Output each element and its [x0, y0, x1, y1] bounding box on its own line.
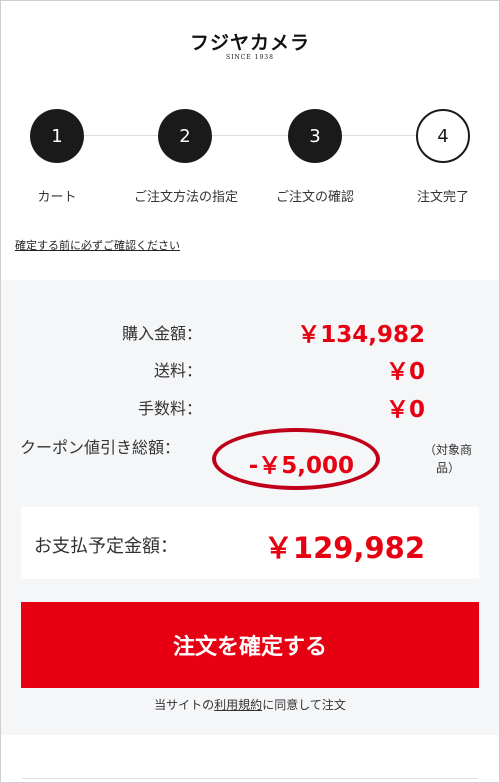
purchase-amount-label: 購入金額：	[121, 324, 202, 343]
fee-label: 手数料：	[137, 399, 202, 418]
step-3-number: 3	[309, 125, 321, 147]
coupon-note: （対象商品）	[423, 443, 472, 475]
step-2-circle: 2	[158, 109, 212, 163]
shipping-label: 送料：	[153, 361, 202, 380]
coupon-discount-value: -￥5,000	[248, 453, 354, 479]
step-3-label: ご注文の確認	[275, 190, 355, 205]
step-3-circle: 3	[288, 109, 342, 163]
store-logo[interactable]: フジヤカメラ SINCE 1938	[0, 32, 500, 61]
agreement-prefix: 当サイトの	[154, 698, 215, 712]
bottom-divider	[22, 778, 478, 779]
step-2-number: 2	[179, 125, 191, 147]
step-4-label: 注文完了	[416, 190, 470, 205]
agreement-text: 当サイトの利用規約に同意して注文	[0, 696, 500, 713]
step-2-label: ご注文方法の指定	[133, 190, 239, 205]
step-4-number: 4	[437, 125, 449, 147]
step-connector-2	[212, 135, 289, 136]
logo-text: フジヤカメラ	[189, 32, 310, 54]
total-value: ￥129,982	[263, 531, 425, 565]
shipping-value: ￥0	[385, 359, 425, 385]
step-1-circle: 1	[30, 109, 84, 163]
step-1-number: 1	[51, 125, 63, 147]
logo-subtext: SINCE 1938	[226, 54, 274, 61]
total-label: お支払予定金額：	[34, 536, 178, 557]
step-connector-1	[84, 135, 159, 136]
check-before-confirm-link[interactable]: 確定する前に必ずご確認ください	[15, 237, 180, 253]
purchase-amount-value: ￥134,982	[297, 322, 425, 348]
fee-value: ￥0	[385, 397, 425, 423]
step-1-label: カート	[37, 190, 77, 205]
confirm-order-button[interactable]: 注文を確定する	[21, 602, 479, 688]
step-4-circle: 4	[416, 109, 470, 163]
step-connector-3	[342, 135, 417, 136]
agreement-suffix: に同意して注文	[262, 698, 346, 712]
coupon-discount-label: クーポン値引き総額：	[20, 438, 181, 457]
terms-of-use-link[interactable]: 利用規約	[214, 698, 262, 712]
total-box: お支払予定金額： ￥129,982	[21, 507, 479, 579]
